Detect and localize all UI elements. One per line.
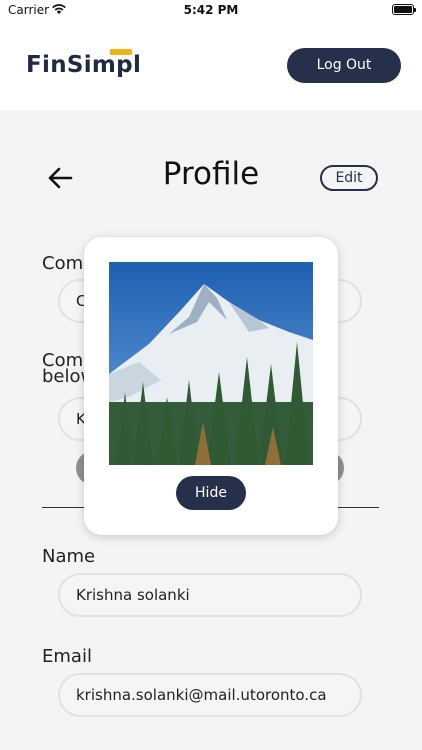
field-label: Com [42, 253, 84, 274]
battery-icon [392, 4, 416, 15]
email-label: Email [42, 646, 92, 667]
hide-button[interactable]: Hide [176, 476, 246, 510]
clock: 5:42 PM [183, 3, 239, 17]
logout-button[interactable]: Log Out [287, 48, 401, 83]
edit-button[interactable]: Edit [320, 165, 378, 191]
email-field[interactable]: krishna.solanki@mail.utoronto.ca [58, 673, 362, 717]
brand-logo: FinSimpl [26, 52, 142, 78]
name-field[interactable]: Krishna solanki [58, 573, 362, 617]
name-label: Name [42, 546, 96, 567]
image-preview-modal: Hide [84, 237, 338, 535]
app-header: FinSimpl Log Out [0, 22, 422, 110]
profile-photo [109, 262, 313, 465]
status-bar: Carrier 5:42 PM [0, 0, 422, 22]
